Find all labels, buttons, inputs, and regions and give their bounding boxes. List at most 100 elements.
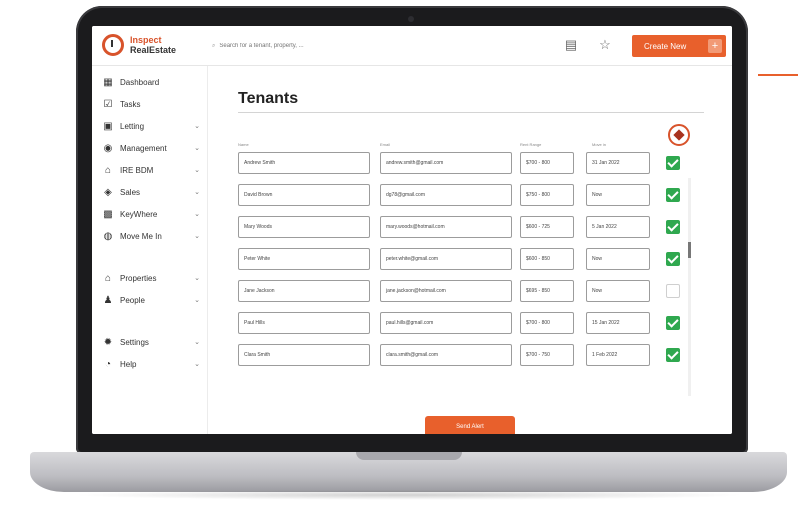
sidebar-item-management[interactable]: ◉ Management ⌄	[102, 140, 202, 156]
sidebar-item-help[interactable]: ◔ Help ⌄	[102, 356, 202, 372]
tenant-date-field[interactable]: 1 Feb 2022	[586, 344, 650, 366]
tenant-price-field[interactable]: $600 - 850	[520, 248, 574, 270]
star-icon[interactable]: ☆	[596, 36, 614, 54]
sidebar-item-label: Letting	[120, 121, 145, 131]
tenant-email-field[interactable]: andrew.smith@gmail.com	[380, 152, 512, 174]
tenant-select-checkbox[interactable]	[666, 220, 680, 234]
sidebar-item-label: KeyWhere	[120, 209, 158, 219]
sidebar-item-label: People	[120, 295, 145, 305]
people-icon: ♟	[103, 294, 113, 306]
dashboard-icon: ▦	[103, 76, 113, 88]
tenant-date-field[interactable]: Now	[586, 280, 650, 302]
move-icon: ◍	[103, 230, 113, 242]
chevron-down-icon: ⌄	[194, 211, 200, 218]
chevron-down-icon: ⌄	[194, 275, 200, 282]
column-header-name: Name	[238, 142, 249, 147]
scrollbar-track[interactable]	[688, 178, 691, 396]
sidebar-item-label: Sales	[120, 187, 141, 197]
tenant-email-field[interactable]: jane.jackson@hotmail.com	[380, 280, 512, 302]
sidebar-item-label: Settings	[120, 337, 149, 347]
tenant-name-field[interactable]: Mary Woods	[238, 216, 370, 238]
tenant-price-field[interactable]: $700 - 800	[520, 312, 574, 334]
tenant-select-checkbox[interactable]	[666, 252, 680, 266]
logo-text: Inspect RealEstate	[130, 35, 176, 55]
sidebar-item-tasks[interactable]: ☑ Tasks	[102, 96, 202, 112]
tenant-price-field[interactable]: $700 - 750	[520, 344, 574, 366]
tenant-date-field[interactable]: 31 Jan 2022	[586, 152, 650, 174]
tenant-price-field[interactable]: $750 - 800	[520, 184, 574, 206]
tenant-date-field[interactable]: 15 Jan 2022	[586, 312, 650, 334]
tenant-select-checkbox[interactable]	[666, 284, 680, 298]
sidebar-item-people[interactable]: ♟ People ⌄	[102, 292, 202, 308]
search-icon: ⌕	[212, 42, 216, 49]
chevron-down-icon: ⌄	[194, 189, 200, 196]
tenant-email-field[interactable]: paul.hills@gmail.com	[380, 312, 512, 334]
tenant-name-field[interactable]: Jane Jackson	[238, 280, 370, 302]
sidebar-item-move-me-in[interactable]: ◍ Move Me In ⌄	[102, 228, 202, 244]
tenant-select-checkbox[interactable]	[666, 348, 680, 362]
decorative-accent-line	[758, 74, 798, 76]
tenant-name-field[interactable]: Peter White	[238, 248, 370, 270]
sidebar-item-ire-bdm[interactable]: ⌂ IRE BDM ⌄	[102, 162, 202, 178]
laptop-screen: Inspect RealEstate ⌕ ▤ ☆ Create New + ▦ …	[92, 26, 732, 434]
tenant-name-field[interactable]: David Brown	[238, 184, 370, 206]
sidebar-item-dashboard[interactable]: ▦ Dashboard	[102, 74, 202, 90]
logo-line-2: RealEstate	[130, 45, 177, 55]
sidebar: ▦ Dashboard ☑ Tasks ▣ Letting ⌄ ◉ Manage…	[92, 66, 208, 434]
laptop-base-notch	[356, 452, 462, 460]
app-logo[interactable]: Inspect RealEstate	[102, 34, 176, 56]
column-header-date: Move in	[592, 142, 607, 147]
tenant-email-field[interactable]: clara.smith@gmail.com	[380, 344, 512, 366]
chevron-down-icon: ⌄	[194, 361, 200, 368]
sidebar-item-keywhere[interactable]: ▩ KeyWhere ⌄	[102, 206, 202, 222]
chevron-down-icon: ⌄	[194, 145, 200, 152]
sidebar-item-label: IRE BDM	[120, 165, 154, 175]
tenant-price-field[interactable]: $695 - 850	[520, 280, 574, 302]
sidebar-item-label: Dashboard	[120, 77, 160, 87]
sidebar-item-label: Help	[120, 359, 137, 369]
sidebar-item-label: Properties	[120, 273, 157, 283]
sidebar-item-properties[interactable]: ⌂ Properties ⌄	[102, 270, 202, 286]
sales-icon: ◈	[104, 186, 112, 198]
tenant-price-field[interactable]: $700 - 800	[520, 152, 574, 174]
chevron-down-icon: ⌄	[194, 339, 200, 346]
tenant-date-field[interactable]: 5 Jan 2022	[586, 216, 650, 238]
tenant-name-field[interactable]: Andrew Smith	[238, 152, 370, 174]
logo-line-1: Inspect	[130, 35, 162, 45]
laptop-shadow	[70, 490, 747, 500]
bdm-icon: ⌂	[104, 164, 112, 176]
scrollbar-thumb[interactable]	[688, 242, 691, 258]
tenant-date-field[interactable]: Now	[586, 248, 650, 270]
letting-icon: ▣	[103, 120, 113, 132]
document-alert-icon[interactable]: ▤	[562, 36, 580, 54]
tenant-email-field[interactable]: dg78@gmail.com	[380, 184, 512, 206]
gear-icon: ✹	[103, 336, 113, 348]
search-input[interactable]	[219, 43, 400, 49]
tenant-email-field[interactable]: peter.white@gmail.com	[380, 248, 512, 270]
tenant-select-checkbox[interactable]	[666, 316, 680, 330]
main-content: Tenants Name Email Rent Range Move in An…	[208, 66, 732, 434]
create-new-label: Create New	[644, 41, 687, 51]
chevron-down-icon: ⌄	[194, 233, 200, 240]
top-bar: Inspect RealEstate ⌕ ▤ ☆ Create New +	[92, 26, 732, 66]
sidebar-item-label: Management	[120, 143, 167, 153]
create-new-button[interactable]: Create New +	[632, 35, 726, 57]
sidebar-item-label: Move Me In	[120, 231, 162, 241]
tenant-email-field[interactable]: mary.woods@hotmail.com	[380, 216, 512, 238]
tenant-select-checkbox[interactable]	[666, 188, 680, 202]
chevron-down-icon: ⌄	[194, 123, 200, 130]
sidebar-item-letting[interactable]: ▣ Letting ⌄	[102, 118, 202, 134]
tenant-date-field[interactable]: Now	[586, 184, 650, 206]
send-alert-button[interactable]: Send Alert	[425, 416, 515, 434]
tenant-name-field[interactable]: Paul Hills	[238, 312, 370, 334]
sidebar-item-settings[interactable]: ✹ Settings ⌄	[102, 334, 202, 350]
home-icon: ⌂	[104, 272, 112, 284]
tenant-name-field[interactable]: Clara Smith	[238, 344, 370, 366]
tenant-select-checkbox[interactable]	[666, 156, 680, 170]
laptop-mockup: Inspect RealEstate ⌕ ▤ ☆ Create New + ▦ …	[0, 0, 799, 506]
column-header-email: Email	[380, 142, 391, 147]
brand-badge-icon	[668, 124, 690, 146]
tenant-price-field[interactable]: $600 - 725	[520, 216, 574, 238]
sidebar-item-sales[interactable]: ◈ Sales ⌄	[102, 184, 202, 200]
search-bar: ⌕	[212, 39, 412, 53]
